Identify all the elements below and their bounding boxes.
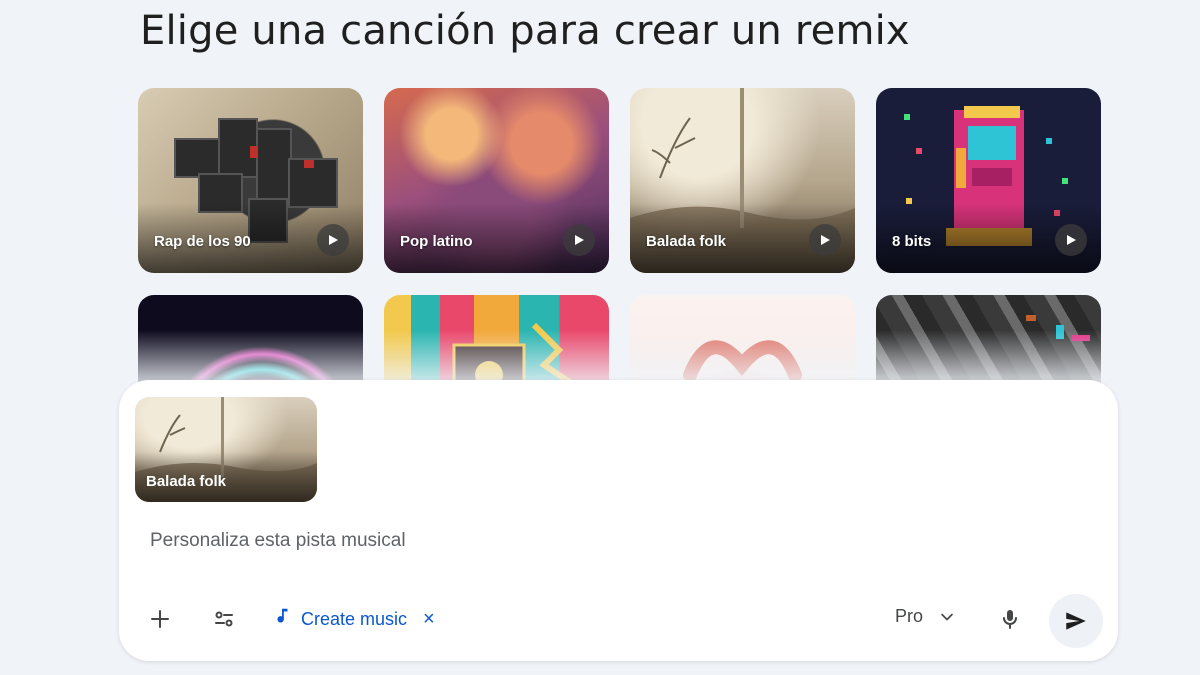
page-title: Elige una canción para crear un remix bbox=[140, 8, 910, 54]
model-label: Pro bbox=[895, 606, 924, 626]
card-label: Rap de los 90 bbox=[154, 233, 251, 250]
prompt-input[interactable] bbox=[150, 528, 1050, 554]
art-accent bbox=[250, 146, 258, 158]
attached-song-label: Balada folk bbox=[146, 473, 227, 490]
play-icon bbox=[575, 235, 584, 245]
card-label: Balada folk bbox=[646, 233, 727, 250]
tools-icon bbox=[215, 611, 233, 627]
prompt-panel: Balada folk Create music × Pro bbox=[119, 380, 1118, 661]
chevron-down-icon bbox=[941, 613, 953, 620]
close-icon[interactable]: × bbox=[423, 608, 435, 631]
microphone-button[interactable] bbox=[988, 597, 1032, 641]
plus-icon bbox=[151, 610, 169, 628]
song-card-8bits[interactable]: 8 bits bbox=[876, 88, 1101, 273]
create-music-chip[interactable]: Create music × bbox=[271, 604, 435, 634]
play-button[interactable] bbox=[563, 224, 595, 256]
microphone-icon bbox=[1003, 610, 1017, 629]
play-button[interactable] bbox=[317, 224, 349, 256]
chip-label: Create music bbox=[301, 608, 408, 629]
send-button[interactable] bbox=[1049, 594, 1103, 648]
prompt-toolbar: Create music × Pro bbox=[119, 594, 1118, 648]
send-icon bbox=[1066, 612, 1086, 630]
play-icon bbox=[1067, 235, 1076, 245]
model-selector[interactable]: Pro bbox=[895, 606, 957, 627]
play-icon bbox=[821, 235, 830, 245]
song-card-folk[interactable]: Balada folk bbox=[630, 88, 855, 273]
card-label: Pop latino bbox=[400, 233, 473, 250]
attached-song-card[interactable]: Balada folk bbox=[135, 397, 317, 502]
card-label: 8 bits bbox=[892, 233, 932, 250]
art-block bbox=[256, 128, 292, 208]
song-card-pop[interactable]: Pop latino bbox=[384, 88, 609, 273]
art-accent bbox=[304, 160, 314, 168]
music-note-icon bbox=[271, 606, 293, 633]
add-button[interactable] bbox=[138, 597, 182, 641]
play-button[interactable] bbox=[1055, 224, 1087, 256]
play-button[interactable] bbox=[809, 224, 841, 256]
play-icon bbox=[329, 235, 338, 245]
tools-button[interactable] bbox=[202, 597, 246, 641]
art-block bbox=[174, 138, 224, 178]
song-card-rap[interactable]: Rap de los 90 bbox=[138, 88, 363, 273]
